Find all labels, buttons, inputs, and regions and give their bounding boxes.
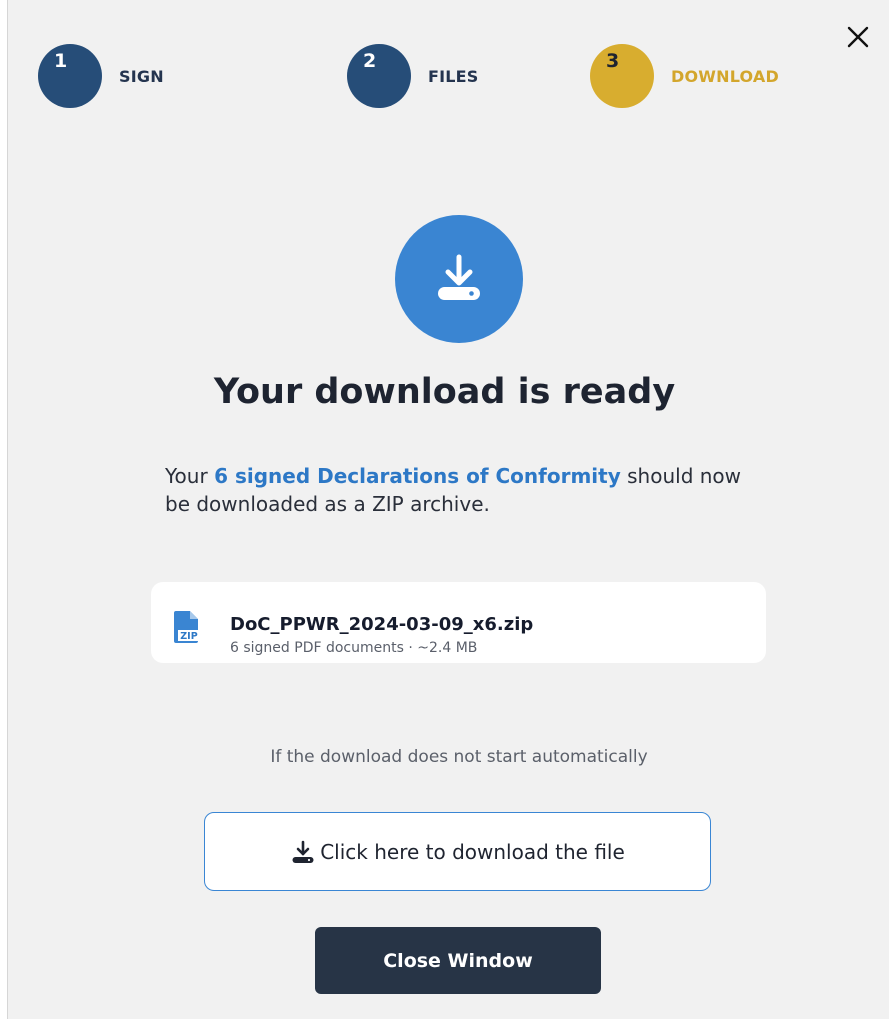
fallback-hint: If the download does not start automatic…: [270, 747, 648, 767]
download-file-button[interactable]: Click here to download the file: [204, 812, 711, 891]
close-icon[interactable]: [843, 22, 873, 52]
file-card: ZIP DoC_PPWR_2024-03-09_x6.zip 6 signed …: [151, 582, 766, 663]
download-button-label: Click here to download the file: [320, 839, 625, 864]
description-highlight: 6 signed Declarations of Conformity: [214, 464, 621, 488]
zip-file-icon: ZIP: [174, 611, 200, 643]
file-meta: 6 signed PDF documents · ~2.4 MB: [230, 640, 478, 656]
page-title: Your download is ready: [213, 372, 676, 412]
step-label: SIGN: [119, 66, 164, 86]
description: Your 6 signed Declarations of Conformity…: [165, 462, 765, 518]
description-prefix: Your: [165, 464, 215, 488]
step-number: 1: [38, 44, 102, 108]
window-frame-edge: [0, 0, 8, 1019]
download-icon: [438, 254, 480, 300]
download-hero: [395, 215, 523, 343]
step-label: FILES: [428, 66, 479, 86]
close-button-label: Close Window: [383, 949, 533, 972]
file-name: DoC_PPWR_2024-03-09_x6.zip: [230, 614, 534, 635]
step-label: DOWNLOAD: [671, 66, 779, 86]
step-download: 3 DOWNLOAD: [590, 44, 779, 108]
close-window-button[interactable]: Close Window: [315, 927, 601, 994]
step-files: 2 FILES: [347, 44, 479, 108]
step-number: 3: [590, 44, 654, 108]
step-sign: 1 SIGN: [38, 44, 164, 108]
step-number: 2: [347, 44, 411, 108]
download-icon: [292, 840, 314, 863]
zip-badge: ZIP: [180, 631, 197, 642]
